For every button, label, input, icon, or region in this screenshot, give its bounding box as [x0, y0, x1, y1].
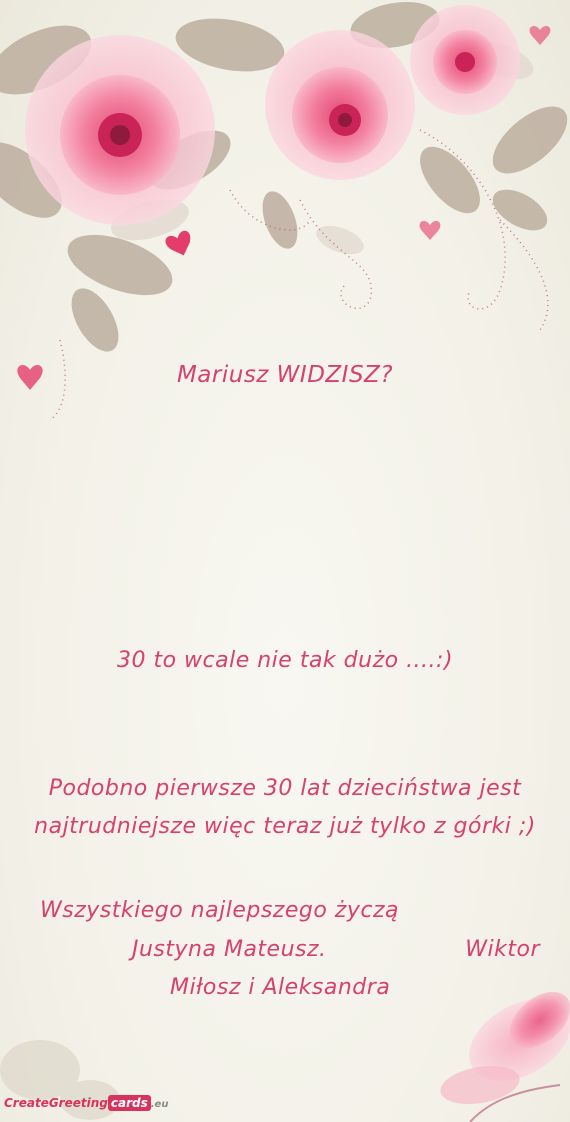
- greeting-card: Mariusz WIDZISZ? 30 to wcale nie tak duż…: [0, 0, 570, 1122]
- flower-center: [265, 30, 415, 180]
- signature-line-2: Miłosz i Aleksandra: [170, 975, 391, 1000]
- card-title: Mariusz WIDZISZ?: [176, 362, 394, 388]
- names-part1: Justyna Mateusz.: [132, 937, 327, 962]
- watermark-highlight: cards: [107, 1095, 151, 1111]
- card-subtitle: 30 to wcale nie tak dużo ....:): [116, 648, 454, 673]
- watermark-logo: CreateGreeting cards .eu: [4, 1095, 169, 1111]
- flower-left: [25, 35, 215, 225]
- card-signatures: Justyna Mateusz. Wiktor Miłosz i Aleksan…: [40, 931, 540, 1007]
- signature-line-1: Justyna Mateusz. Wiktor: [40, 931, 540, 969]
- card-body: Podobno pierwsze 30 lat dzieciństwa jest…: [34, 776, 536, 839]
- watermark-suffix: .eu: [150, 1099, 169, 1110]
- names-part2: Wiktor: [465, 937, 540, 962]
- watermark-brand: CreateGreeting: [4, 1096, 108, 1110]
- flower-right: [410, 5, 520, 115]
- card-wishes: Wszystkiego najlepszego życzą: [40, 898, 399, 923]
